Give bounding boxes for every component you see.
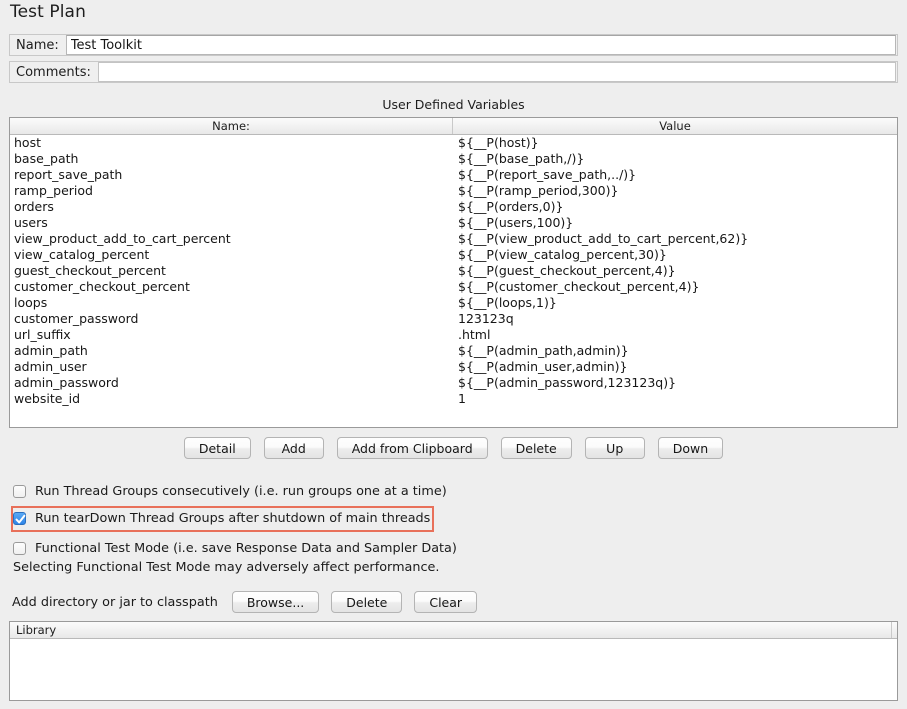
cell-variable-value[interactable]: ${__P(view_product_add_to_cart_percent,6… [453, 231, 897, 247]
library-header-row: Library [10, 622, 897, 639]
cell-variable-value[interactable]: ${__P(admin_user,admin)} [453, 359, 897, 375]
comments-field-row: Comments: [9, 61, 898, 83]
cell-variable-name[interactable]: admin_path [10, 343, 453, 359]
button-add[interactable]: Add [264, 437, 324, 459]
user-defined-variables-caption: User Defined Variables [0, 97, 907, 112]
cell-variable-name[interactable]: admin_user [10, 359, 453, 375]
checkbox-run-teardown-thread-groups[interactable]: Run tearDown Thread Groups after shutdow… [13, 507, 430, 529]
column-separator[interactable] [453, 135, 454, 407]
cell-variable-value[interactable]: ${__P(admin_path,admin)} [453, 343, 897, 359]
functional-test-mode-hint: Selecting Functional Test Mode may adver… [13, 560, 439, 575]
cell-variable-value[interactable]: ${__P(customer_checkout_percent,4)} [453, 279, 897, 295]
cell-variable-name[interactable]: view_catalog_percent [10, 247, 453, 263]
checkbox-unchecked-icon[interactable] [13, 485, 26, 498]
button-classpath-clear[interactable]: Clear [414, 591, 477, 613]
cell-variable-name[interactable]: base_path [10, 151, 453, 167]
name-label: Name: [10, 38, 66, 53]
checkmark-icon [15, 514, 26, 525]
cell-variable-name[interactable]: view_product_add_to_cart_percent [10, 231, 453, 247]
cell-variable-value[interactable]: ${__P(admin_password,123123q)} [453, 375, 897, 391]
cell-variable-name[interactable]: orders [10, 199, 453, 215]
library-table[interactable]: Library [9, 621, 898, 701]
cell-variable-value[interactable]: .html [453, 327, 897, 343]
cell-variable-value[interactable]: ${__P(host)} [453, 135, 897, 151]
cell-variable-value[interactable]: ${__P(base_path,/)} [453, 151, 897, 167]
cell-variable-value[interactable]: 123123q [453, 311, 897, 327]
table-header-row: Name: Value [10, 118, 897, 135]
variable-actions-toolbar: Detail Add Add from Clipboard Delete Up Down [9, 437, 898, 459]
test-plan-panel: Test Plan Name: Comments: User Defined V… [0, 0, 907, 709]
checkbox-label-run-teardown: Run tearDown Thread Groups after shutdow… [35, 511, 430, 526]
button-down[interactable]: Down [658, 437, 723, 459]
column-header-name[interactable]: Name: [10, 118, 453, 134]
cell-variable-name[interactable]: ramp_period [10, 183, 453, 199]
cell-variable-name[interactable]: url_suffix [10, 327, 453, 343]
page-title: Test Plan [10, 2, 86, 22]
comments-input[interactable] [98, 62, 896, 82]
classpath-toolbar: Add directory or jar to classpath Browse… [12, 591, 477, 613]
cell-variable-name[interactable]: loops [10, 295, 453, 311]
classpath-buttons: Browse... Delete Clear [232, 591, 477, 613]
checkbox-label-functional-test-mode: Functional Test Mode (i.e. save Response… [35, 541, 457, 556]
checkbox-unchecked-icon[interactable] [13, 542, 26, 555]
cell-variable-value[interactable]: ${__P(view_catalog_percent,30)} [453, 247, 897, 263]
cell-variable-value[interactable]: ${__P(loops,1)} [453, 295, 897, 311]
button-delete[interactable]: Delete [501, 437, 572, 459]
cell-variable-value[interactable]: ${__P(orders,0)} [453, 199, 897, 215]
cell-variable-name[interactable]: guest_checkout_percent [10, 263, 453, 279]
name-input[interactable] [66, 35, 896, 55]
library-body[interactable] [10, 639, 897, 701]
cell-variable-name[interactable]: users [10, 215, 453, 231]
cell-variable-name[interactable]: host [10, 135, 453, 151]
button-classpath-delete[interactable]: Delete [331, 591, 402, 613]
user-defined-variables-table[interactable]: Name: Value host${__P(host)}base_path${_… [9, 117, 898, 428]
checkbox-checked-icon[interactable] [13, 512, 26, 525]
cell-variable-name[interactable]: customer_password [10, 311, 453, 327]
table-body: host${__P(host)}base_path${__P(base_path… [10, 135, 897, 407]
classpath-label: Add directory or jar to classpath [12, 595, 218, 610]
checkbox-functional-test-mode[interactable]: Functional Test Mode (i.e. save Response… [13, 537, 457, 559]
button-detail[interactable]: Detail [184, 437, 251, 459]
name-field-row: Name: [9, 34, 898, 56]
comments-label: Comments: [10, 65, 98, 80]
cell-variable-name[interactable]: report_save_path [10, 167, 453, 183]
cell-variable-value[interactable]: ${__P(report_save_path,../)} [453, 167, 897, 183]
cell-variable-name[interactable]: customer_checkout_percent [10, 279, 453, 295]
cell-variable-value[interactable]: ${__P(guest_checkout_percent,4)} [453, 263, 897, 279]
checkbox-label-run-consecutively: Run Thread Groups consecutively (i.e. ru… [35, 484, 447, 499]
cell-variable-value[interactable]: ${__P(users,100)} [453, 215, 897, 231]
library-column-resize-handle[interactable] [891, 622, 897, 638]
checkbox-run-thread-groups-consecutively[interactable]: Run Thread Groups consecutively (i.e. ru… [13, 480, 447, 502]
column-header-value[interactable]: Value [453, 118, 897, 134]
cell-variable-name[interactable]: admin_password [10, 375, 453, 391]
cell-variable-value[interactable]: 1 [453, 391, 897, 407]
button-classpath-browse[interactable]: Browse... [232, 591, 319, 613]
column-header-library[interactable]: Library [16, 623, 56, 637]
button-up[interactable]: Up [585, 437, 645, 459]
cell-variable-name[interactable]: website_id [10, 391, 453, 407]
button-add-from-clipboard[interactable]: Add from Clipboard [337, 437, 488, 459]
cell-variable-value[interactable]: ${__P(ramp_period,300)} [453, 183, 897, 199]
